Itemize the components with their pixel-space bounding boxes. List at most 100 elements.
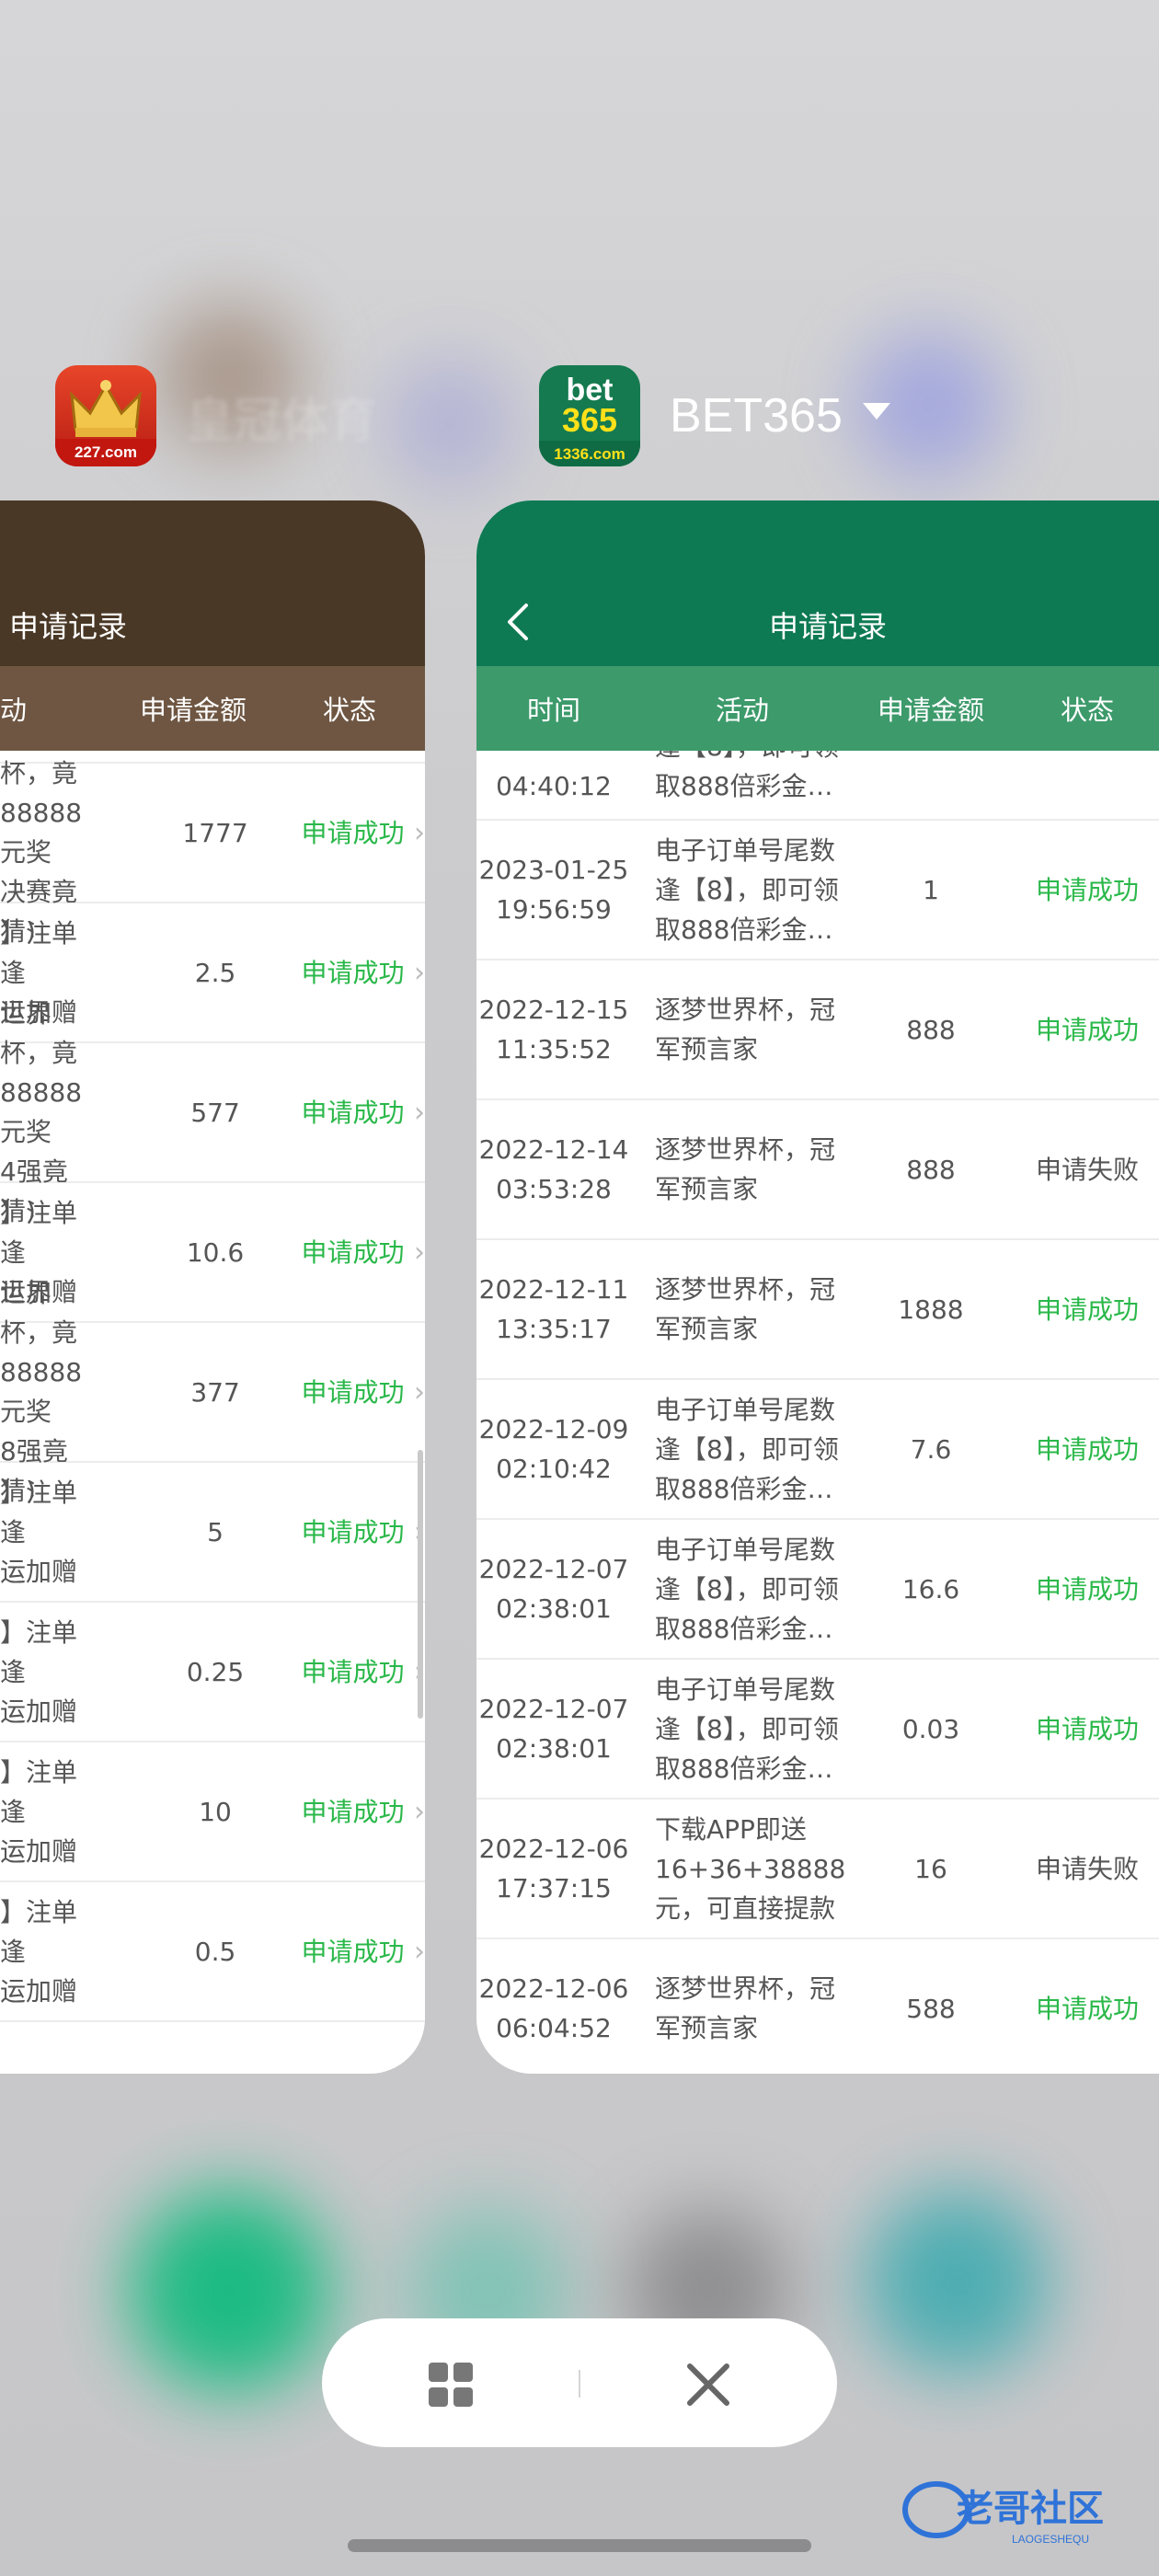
record-date: 2022-12-11 xyxy=(478,1274,629,1305)
right-page-title: 申请记录 xyxy=(769,609,888,644)
record-activity: 逐梦世界杯，冠 军预言家 xyxy=(646,1130,839,1209)
record-activity-line: 运加赠 xyxy=(0,1975,78,2007)
dropdown-caret-icon[interactable] xyxy=(862,403,890,420)
left-scrollbar[interactable] xyxy=(418,1450,423,1719)
record-time: 2022-12-06 06:04:52 xyxy=(476,1969,646,2048)
list-item[interactable]: 】注单逢运加赠0.25申请成功› xyxy=(0,1603,425,1742)
status-badge: 申请成功 xyxy=(301,1656,405,1687)
status-badge: 申请成功 xyxy=(301,817,405,848)
table-row[interactable]: 2022-12-09 02:10:42 电子订单号尾数 逢【8】，即可领 取888倍彩金… xyxy=(476,1380,1159,1520)
record-activity-line: 逢【8】，即可领 xyxy=(655,1573,839,1604)
status-badge: 申请成功 xyxy=(1035,1993,1139,2024)
list-item[interactable]: 世界杯，竟 88888元奖 4强竟猜) 577 申请成功 › xyxy=(0,998,425,1226)
record-amount: 577 xyxy=(190,1097,240,1128)
table-row[interactable]: 2022-12-1511:35:52逐梦世界杯，冠军预言家888申请成功› xyxy=(476,960,1159,1100)
right-col-activity: 活动 xyxy=(715,695,769,726)
record-clock: 17:37:15 xyxy=(496,1873,612,1903)
watermark-logo: 老哥社区 LAOGESHEQU xyxy=(900,2471,1148,2548)
chevron-right-icon: › xyxy=(413,1935,425,1968)
table-row[interactable]: 2022-12-1403:53:28逐梦世界杯，冠军预言家888申请失败› xyxy=(476,1100,1159,1240)
record-activity-line: 逐梦世界杯，冠 xyxy=(655,1134,836,1165)
record-activity-line: 】注单逢 xyxy=(0,1616,78,1687)
bet365-app-icon[interactable]: bet 365 1336.com xyxy=(539,365,640,466)
table-row[interactable]: 2022-12-1113:35:17逐梦世界杯，冠军预言家1888申请成功› xyxy=(476,1240,1159,1380)
record-clock: 02:38:01 xyxy=(496,1733,612,1764)
table-row[interactable]: 2023-01-25 19:56:59 电子订单号尾数 逢【8】，即可领 取888倍彩金… xyxy=(476,821,1159,960)
status-badge: 申请成功 xyxy=(301,1097,405,1128)
record-activity-line: 电子订单号尾数 xyxy=(655,834,836,866)
right-nav-bar: 申请记录 xyxy=(476,500,1159,666)
record-activity-line: 88888元奖 xyxy=(0,1357,83,1427)
chevron-right-icon: › xyxy=(413,1236,425,1269)
record-amount: 377 xyxy=(190,1376,240,1408)
right-app-name: BET365 xyxy=(670,389,843,443)
table-row[interactable]: 2022-12-07 02:38:01 电子订单号尾数 逢【8】，即可领 取888倍彩金… xyxy=(476,1660,1159,1800)
left-column-header: 动 申请金额 状态 xyxy=(0,666,425,751)
left-app-card[interactable]: 申请记录 动 申请金额 状态 世界杯，竟88888元奖决赛竟猜)1777申请成功… xyxy=(0,500,425,2074)
record-time: 2022-12-15 11:35:52 xyxy=(476,990,646,1069)
list-item[interactable]: 世界杯，竟 88888元奖 8强竟猜) 377 申请成功 › xyxy=(0,1278,425,1506)
record-amount: 16 xyxy=(914,1853,947,1884)
record-activity-line: 世界杯，竟 xyxy=(0,998,78,1068)
grid-icon[interactable] xyxy=(429,2363,473,2407)
table-row[interactable]: 2022-12-07 02:38:01 电子订单号尾数 逢【8】，即可领 取888倍彩金… xyxy=(476,1520,1159,1660)
record-date: 2022-12-09 xyxy=(478,1414,629,1444)
status-badge: 申请成功 xyxy=(1035,1573,1139,1604)
right-record-list[interactable]: 04:40:12逢【8】，即可领取888倍彩金…16申请成功›2023-01-2… xyxy=(476,751,1159,2074)
record-activity-line: 电子订单号尾数 xyxy=(655,1534,836,1565)
table-row[interactable]: 2022-12-06 17:37:15 下载APP即送 16+36+38888 元，可直… xyxy=(476,1800,1159,1939)
record-activity-line: 逐梦世界杯，冠 xyxy=(655,1973,836,2004)
record-date: 2022-12-07 xyxy=(478,1554,629,1584)
watermark-text: 老哥社区 xyxy=(957,2488,1104,2530)
left-record-list[interactable]: 世界杯，竟88888元奖决赛竟猜)1777申请成功›】注单逢运加赠2.5申请成功… xyxy=(0,751,425,2074)
record-amount: 1888 xyxy=(898,1294,964,1325)
blurred-wallpaper-blob xyxy=(129,2190,331,2392)
record-activity-line: 取888倍彩金… xyxy=(655,771,833,801)
record-activity-line: 】注单逢 xyxy=(0,1477,78,1547)
record-clock: 04:40:12 xyxy=(496,771,612,801)
table-row[interactable]: 04:40:12逢【8】，即可领取888倍彩金…16申请成功› xyxy=(476,751,1159,821)
record-amount: 1 xyxy=(923,874,939,905)
list-item[interactable]: 】注单逢运加赠5申请成功› xyxy=(0,1463,425,1603)
list-item[interactable]: 】注单逢 运加赠 10 申请成功 › xyxy=(0,1742,425,1882)
chevron-right-icon: › xyxy=(413,1795,425,1828)
record-activity-line: 】注单逢 xyxy=(0,1197,78,1268)
record-activity-line: 逢【8】，即可领 xyxy=(655,1713,839,1744)
record-clock: 02:10:42 xyxy=(496,1454,612,1484)
crown-app-icon[interactable]: 227.com xyxy=(55,365,156,466)
record-activity-line: 元，可直接提款 xyxy=(655,1892,836,1924)
record-amount: 2.5 xyxy=(194,957,236,988)
record-activity-line: 取888倍彩金… xyxy=(655,1753,833,1784)
bet365-icon-domain: 1336.com xyxy=(554,445,625,463)
blurred-wallpaper-blob xyxy=(386,359,515,488)
back-chevron-icon[interactable] xyxy=(504,602,532,642)
record-activity-line: 88888元奖 xyxy=(0,798,83,868)
record-activity-line: 逢【8】，即可领 xyxy=(655,1433,839,1465)
left-app-header[interactable]: 227.com 皇冠体育 xyxy=(55,364,377,467)
record-amount: 7.6 xyxy=(910,1433,952,1465)
status-badge: 申请成功 xyxy=(1035,874,1139,905)
record-time: 2022-12-07 02:38:01 xyxy=(476,1549,646,1628)
status-badge: 申请成功 xyxy=(1035,1713,1139,1744)
record-amount: 10 xyxy=(199,1796,232,1827)
right-app-header[interactable]: bet 365 1336.com BET365 xyxy=(539,364,890,467)
list-item[interactable]: 】注单逢 运加赠 0.5 申请成功 › xyxy=(0,1882,425,2022)
record-activity: 】注单逢 运加赠 xyxy=(0,1613,87,1731)
record-clock: 06:04:52 xyxy=(496,2013,612,2043)
list-item[interactable]: 世界杯，竟88888元奖决赛竟猜)1777申请成功› xyxy=(0,758,425,947)
right-col-amount: 申请金额 xyxy=(877,695,984,726)
left-app-name: 皇冠体育 xyxy=(186,394,378,448)
record-activity: 】注单逢 运加赠 xyxy=(0,1753,87,1871)
right-app-card[interactable]: 申请记录 时间 活动 申请金额 状态 04:40:12 逢【8】，即可领取888倍… xyxy=(476,500,1159,2074)
home-indicator[interactable] xyxy=(348,2539,811,2552)
record-date: 2022-12-15 xyxy=(478,995,629,1025)
record-activity-line: 世界杯，竟 xyxy=(0,1278,78,1348)
record-amount: 10.6 xyxy=(186,1236,245,1268)
record-activity-line: 军预言家 xyxy=(655,1174,759,1204)
dock-divider xyxy=(579,2370,580,2398)
close-icon[interactable] xyxy=(683,2359,734,2410)
record-clock: 03:53:28 xyxy=(496,1174,612,1204)
record-activity-line: 】注单逢 xyxy=(0,1896,78,1967)
record-time: 2022-12-09 02:10:42 xyxy=(476,1409,646,1489)
table-row[interactable]: 2022-12-0606:04:52逐梦世界杯，冠军预言家588申请成功› xyxy=(476,1939,1159,2074)
